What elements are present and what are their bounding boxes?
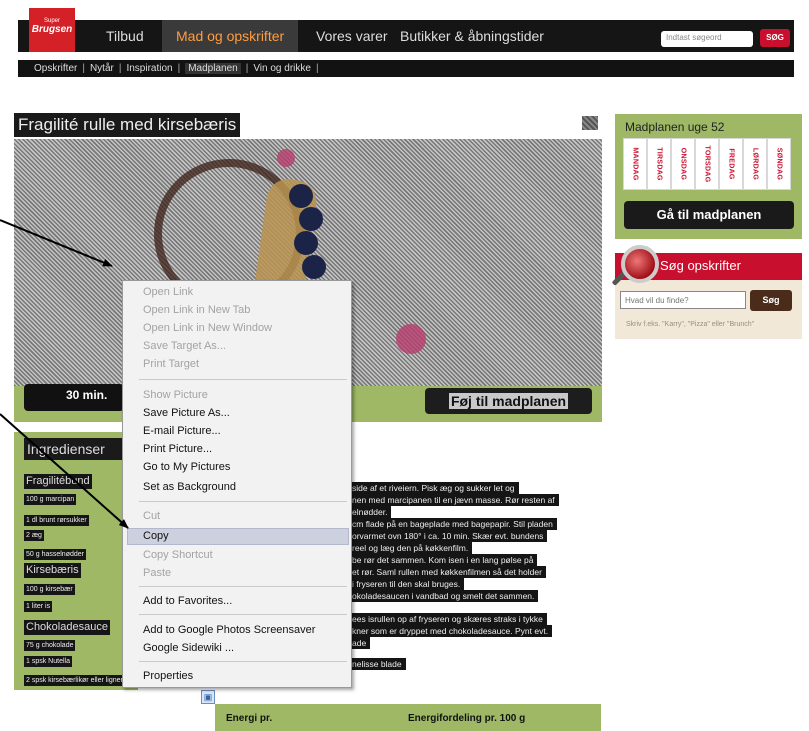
method-line: ees isrullen op af fryseren og skæres st…	[352, 613, 547, 625]
menu-save-target-as[interactable]: Save Target As...	[143, 339, 226, 353]
menu-separator	[139, 501, 347, 502]
ingredient-group-title: Fragilitébund	[24, 474, 92, 489]
menu-separator	[139, 614, 347, 615]
method-line: reel og læg den på køkkenfilm.	[352, 542, 473, 554]
menu-open-link-new-window[interactable]: Open Link in New Window	[143, 321, 272, 335]
subnav-nytaar[interactable]: Nytår	[90, 63, 114, 74]
menu-add-to-favorites[interactable]: Add to Favorites...	[143, 594, 232, 608]
ingredient-item: 2 spsk kirsebærlikør eller lignende	[24, 675, 135, 686]
ingredient-item: 1 spsk Nutella	[24, 656, 72, 667]
ingredient-item: 1 dl brunt rørsukker	[24, 515, 89, 526]
nav-tilbud[interactable]: Tilbud	[92, 20, 158, 52]
method-line: ade	[352, 637, 371, 649]
day-tuesday[interactable]: TIRSDAG	[647, 138, 671, 190]
day-wednesday[interactable]: ONSDAG	[671, 138, 695, 190]
superbrugsen-logo[interactable]: Super Brugsen	[29, 8, 75, 52]
recipe-search-hint: Skriv f.eks. "Karry", "Pizza" eller "Bru…	[626, 321, 755, 328]
logo-line2: Brugsen	[31, 24, 73, 35]
menu-add-to-google-photos[interactable]: Add to Google Photos Screensaver	[143, 623, 315, 637]
logo-line1: Super	[43, 18, 60, 24]
recipe-search-button[interactable]: Søg	[750, 290, 792, 311]
ingredient-item: 100 g marcipan	[24, 494, 77, 505]
menu-properties[interactable]: Properties	[143, 669, 193, 683]
method-line: nelisse blade	[352, 658, 406, 670]
method-line: i fryseren til den skal bruges.	[352, 578, 465, 590]
subnav-vin-og-drikke[interactable]: Vin og drikke	[253, 63, 311, 74]
ingredient-item: 1 liter is	[24, 601, 53, 612]
subnav-inspiration[interactable]: Inspiration	[126, 63, 172, 74]
method-line: elnødder.	[352, 506, 392, 518]
recipe-search-title: Søg opskrifter	[660, 258, 741, 273]
ingredient-item: 2 æg	[24, 530, 44, 541]
nav-mad-og-opskrifter[interactable]: Mad og opskrifter	[162, 20, 299, 52]
menu-copy[interactable]: Copy	[143, 529, 169, 543]
ingredient-item: 75 g chokolade	[24, 640, 76, 651]
subnav-madplanen[interactable]: Madplanen	[185, 63, 241, 74]
day-sunday[interactable]: SØNDAG	[767, 138, 791, 190]
method-line: nen med marcipanen til en jævn masse. Rø…	[352, 494, 559, 506]
nutrition-energy-label: Energi pr.	[226, 713, 273, 724]
goto-meal-plan-button[interactable]: Gå til madplanen	[624, 201, 794, 229]
method-line: okoladesaucen i vandbad og smelt det sam…	[352, 590, 539, 602]
menu-email-picture[interactable]: E-mail Picture...	[143, 424, 221, 438]
menu-show-picture[interactable]: Show Picture	[143, 388, 208, 402]
method-line: et rør. Saml rullen med køkkenfilmen så …	[352, 566, 546, 578]
image-placeholder-icon: ▣	[201, 690, 215, 704]
ingredient-group-title: Kirsebæris	[24, 563, 81, 578]
nutrition-distribution-label: Energifordeling pr. 100 g	[408, 713, 526, 724]
menu-open-link-new-tab[interactable]: Open Link in New Tab	[143, 303, 250, 317]
ingredient-item: 100 g kirsebær	[24, 584, 75, 595]
context-menu: Open Link Open Link in New Tab Open Link…	[122, 280, 352, 688]
method-line: side af et riveiern. Pisk æg og sukker l…	[352, 482, 519, 494]
site-search-input[interactable]: Indtast søgeord	[661, 31, 753, 47]
method-line: orvarmet ovn 180° i ca. 10 min. Skær evt…	[352, 530, 548, 542]
menu-copy-shortcut[interactable]: Copy Shortcut	[143, 548, 213, 562]
menu-google-sidewiki[interactable]: Google Sidewiki ...	[143, 641, 234, 655]
menu-paste[interactable]: Paste	[143, 566, 171, 580]
menu-save-picture-as[interactable]: Save Picture As...	[143, 406, 230, 420]
day-saturday[interactable]: LØRDAG	[743, 138, 767, 190]
magnifier-icon	[621, 245, 659, 283]
meal-plan-title: Madplanen uge 52	[625, 120, 725, 134]
add-to-meal-plan-label: Føj til madplanen	[448, 393, 569, 409]
method-line: kner som er dryppet med chokoladesauce. …	[352, 625, 553, 637]
add-to-meal-plan-button[interactable]: Føj til madplanen	[425, 388, 592, 414]
ingredients-panel	[14, 432, 138, 690]
menu-separator	[139, 586, 347, 587]
menu-separator	[139, 661, 347, 662]
menu-cut[interactable]: Cut	[143, 509, 160, 523]
recipe-title: Fragilité rulle med kirsebæris	[14, 113, 241, 137]
menu-print-target[interactable]: Print Target	[143, 357, 199, 371]
nav-butikker[interactable]: Butikker & åbningstider	[386, 20, 558, 52]
subnav-opskrifter[interactable]: Opskrifter	[34, 63, 77, 74]
ingredients-title: Ingredienser	[24, 438, 124, 460]
menu-separator	[139, 379, 347, 380]
sub-navigation: Opskrifter | Nytår | Inspiration | Madplanen | V…	[34, 63, 319, 74]
site-search-button[interactable]: SØG	[760, 29, 790, 47]
method-line: be rør det sammen. Kom isen i en lang pø…	[352, 554, 538, 566]
day-friday[interactable]: FREDAG	[719, 138, 743, 190]
cooking-time-badge: 30 min.	[24, 384, 124, 411]
ingredient-group-title: Chokoladesauce	[24, 620, 110, 635]
day-thursday[interactable]: TORSDAG	[695, 138, 719, 190]
method-line: cm flade på en bageplade med bagepapir. …	[352, 518, 557, 530]
menu-print-picture[interactable]: Print Picture...	[143, 442, 212, 456]
menu-go-to-my-pictures[interactable]: Go to My Pictures	[143, 460, 230, 474]
recipe-search-input[interactable]	[620, 291, 746, 309]
print-icon[interactable]	[582, 116, 598, 130]
menu-open-link[interactable]: Open Link	[143, 285, 193, 299]
menu-set-as-background[interactable]: Set as Background	[143, 480, 236, 494]
day-monday[interactable]: MANDAG	[623, 138, 647, 190]
ingredient-item: 50 g hasselnødder	[24, 549, 86, 560]
